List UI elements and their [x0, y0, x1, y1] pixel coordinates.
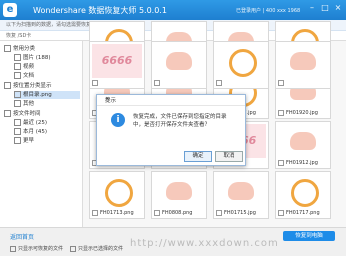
tree-item-videos[interactable]: 视频 — [14, 63, 34, 71]
tree-item-images[interactable]: 图片 (188) — [14, 54, 51, 62]
thumbnail-image — [154, 44, 204, 78]
checkbox-icon[interactable] — [154, 79, 160, 86]
tree-group-time[interactable]: 按文件时间 — [4, 110, 41, 118]
checkbox[interactable] — [14, 72, 21, 79]
checkbox-icon[interactable] — [154, 209, 160, 216]
thumbnail-caption — [216, 79, 266, 87]
user-info: 已登录用户 | 400 xxx 1968 — [236, 8, 301, 14]
ok-button[interactable]: 确定 — [184, 151, 212, 162]
checkbox[interactable] — [14, 119, 21, 126]
thumbnail-item[interactable]: FH01717.png — [275, 171, 331, 219]
watermark: http://www.xxxdown.com — [130, 238, 279, 249]
file-name: FH01912.jpg — [286, 160, 318, 166]
checkbox[interactable] — [14, 63, 21, 70]
file-name: FH01920.jpg — [286, 110, 318, 116]
thumbnail-item[interactable]: FH01715.jpg — [213, 171, 269, 219]
thumbnail-art — [291, 179, 319, 207]
tree-item-root[interactable]: 根目录.png — [14, 91, 80, 99]
checkbox-icon[interactable] — [278, 209, 284, 216]
thumbnail-item[interactable] — [151, 41, 207, 89]
checkbox-icon[interactable] — [10, 245, 16, 252]
dialog-close-icon[interactable]: × — [105, 96, 110, 102]
thumbnail-image — [278, 44, 328, 78]
thumbnail-caption — [92, 79, 142, 87]
dialog-title-bar: 提示 × — [97, 95, 245, 106]
thumbnail-art — [228, 182, 254, 200]
file-name: FH01713.png — [100, 210, 134, 216]
app-logo: e — [3, 3, 17, 17]
checkbox-icon[interactable] — [216, 79, 222, 86]
thumbnail-image — [154, 174, 204, 208]
checkbox[interactable] — [14, 128, 21, 135]
tree-group-common[interactable]: 常用分类 — [4, 45, 35, 53]
maximize-button[interactable]: □ — [320, 3, 330, 13]
thumbnail-image — [92, 174, 142, 208]
thumbnail-art — [166, 52, 192, 70]
thumbnail-caption — [278, 79, 328, 87]
file-name: FH01717.png — [286, 210, 320, 216]
thumbnail-caption — [154, 79, 204, 87]
tree-item-earlier[interactable]: 更早 — [14, 137, 34, 145]
thumbnail-caption: FH01713.png — [92, 209, 142, 217]
checkbox-icon[interactable] — [278, 79, 284, 86]
checkbox-icon[interactable] — [278, 109, 284, 116]
file-name: FH01715.jpg — [224, 210, 256, 216]
category-tree: 常用分类 图片 (188) 视频 文档 按位置分类显示 根目录.png 其他 按… — [0, 41, 83, 227]
checkbox-icon[interactable] — [216, 209, 222, 216]
info-icon: i — [111, 113, 125, 127]
cancel-button[interactable]: 取消 — [215, 151, 243, 162]
app-title: Wondershare 数据恢复大师 5.0.0.1 — [33, 6, 167, 15]
tree-item-docs[interactable]: 文档 — [14, 72, 34, 80]
thumbnail-caption: FH0808.png — [154, 209, 204, 217]
path-label: 恢复 /SD卡 — [6, 33, 32, 39]
thumbnail-item[interactable]: FH01713.png — [89, 171, 145, 219]
tree-item-other[interactable]: 其他 — [14, 100, 34, 108]
checkbox[interactable] — [14, 137, 21, 144]
thumbnail-image — [278, 174, 328, 208]
recover-button[interactable]: 恢复到电脑 — [283, 231, 335, 241]
thumbnail-image: 6666 — [92, 44, 142, 78]
thumbnail-caption: FH01715.jpg — [216, 209, 266, 217]
expand-icon[interactable] — [4, 110, 11, 117]
expand-icon[interactable] — [4, 45, 11, 52]
thumbnail-art — [290, 52, 316, 70]
checkbox[interactable] — [14, 100, 21, 107]
title-bar: e Wondershare 数据恢复大师 5.0.0.1 已登录用户 | 400… — [0, 0, 346, 20]
tree-item-month[interactable]: 本月 (45) — [14, 128, 47, 136]
tree-item-recent[interactable]: 最近 (25) — [14, 119, 47, 127]
dialog-message: 恢复完成，文件已保存到您指定的目录中，是否打开保存文件夹查看？ — [133, 114, 227, 128]
thumbnail-art — [290, 132, 316, 150]
thumbnail-caption: FH01920.jpg — [278, 109, 328, 117]
back-home-button[interactable]: 返回首页 — [10, 232, 34, 241]
close-button[interactable]: × — [333, 3, 343, 13]
thumbnail-item[interactable]: 6666 — [89, 41, 145, 89]
minimize-button[interactable]: – — [307, 3, 317, 13]
checkbox-icon[interactable] — [278, 159, 284, 166]
file-name: FH0808.png — [162, 210, 193, 216]
checkbox-icon[interactable] — [70, 245, 76, 252]
show-selected-checkbox[interactable]: 只显示已选择的文件 — [70, 245, 123, 252]
expand-icon[interactable] — [4, 82, 11, 89]
thumbnail-art — [229, 49, 257, 77]
thumbnail-item[interactable] — [275, 41, 331, 89]
thumbnail-item[interactable] — [213, 41, 269, 89]
checkbox-icon[interactable] — [92, 209, 98, 216]
checkbox[interactable] — [14, 54, 21, 61]
thumbnail-image — [216, 174, 266, 208]
checkbox-icon[interactable] — [92, 79, 98, 86]
thumbnail-art — [105, 179, 133, 207]
thumbnail-image — [278, 124, 328, 158]
thumbnail-caption: FH01912.jpg — [278, 159, 328, 167]
thumbnail-image — [216, 44, 266, 78]
show-recoverable-checkbox[interactable]: 只显示可恢复的文件 — [10, 245, 63, 252]
thumbnail-art — [166, 182, 192, 200]
checkbox[interactable] — [14, 91, 21, 98]
thumbnail-caption: FH01717.png — [278, 209, 328, 217]
thumbnail-item[interactable]: FH0808.png — [151, 171, 207, 219]
tree-group-location[interactable]: 按位置分类显示 — [4, 82, 52, 90]
prompt-dialog: 提示 × i 恢复完成，文件已保存到您指定的目录中，是否打开保存文件夹查看？ 确… — [96, 94, 246, 166]
thumbnail-item[interactable]: FH01912.jpg — [275, 121, 331, 169]
